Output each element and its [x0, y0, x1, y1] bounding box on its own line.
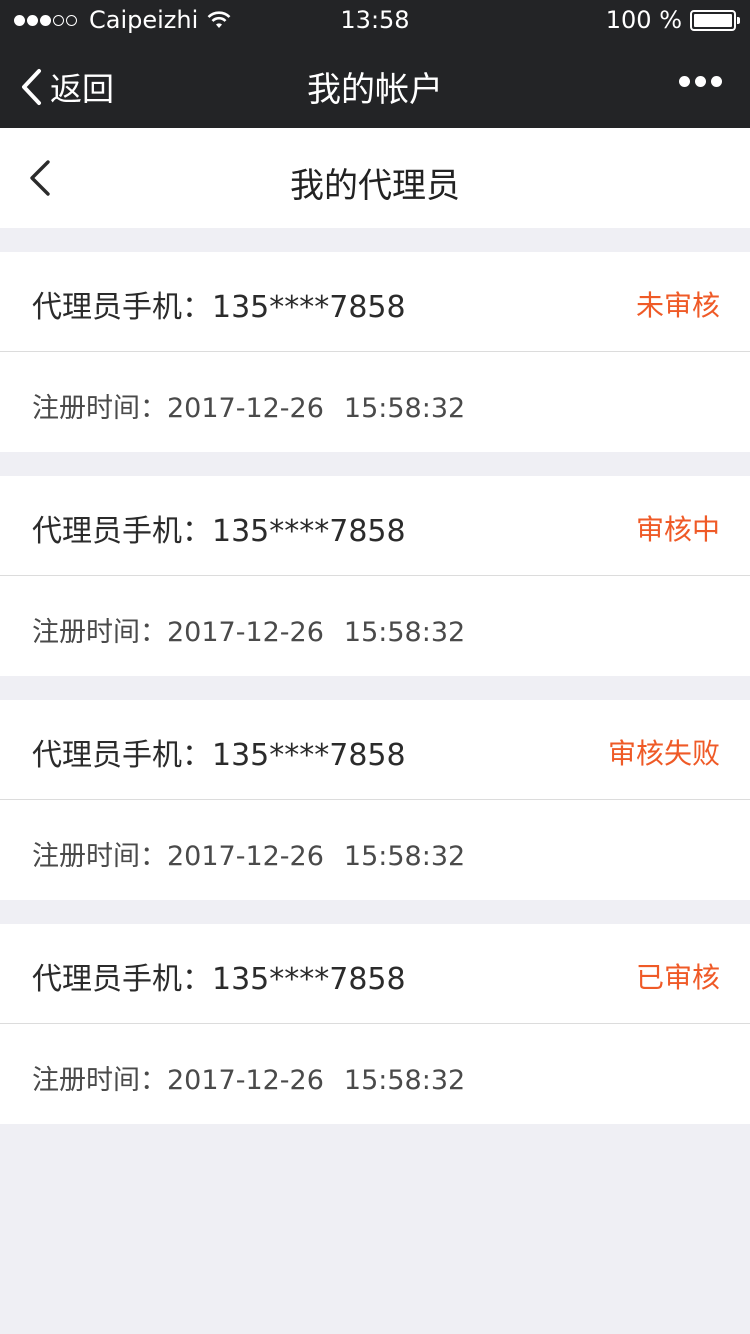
- register-time-label: 注册时间：: [32, 841, 167, 872]
- register-date: 2017-12-26: [167, 841, 324, 872]
- register-time: 15:58:32: [343, 393, 466, 424]
- agent-phone-row: 代理员手机：135****7858 审核中: [0, 476, 750, 576]
- agent-card[interactable]: 代理员手机：135****7858 已审核 注册时间：2017-12-26 15:…: [0, 924, 750, 1124]
- register-time: 15:58:32: [343, 617, 466, 648]
- register-date: 2017-12-26: [167, 393, 324, 424]
- register-date: 2017-12-26: [167, 1065, 324, 1096]
- agent-status-badge: 已审核: [635, 961, 720, 994]
- register-time: 15:58:32: [343, 841, 466, 872]
- battery-percent: 100 %: [605, 6, 682, 34]
- agent-phone-row: 代理员手机：135****7858 已审核: [0, 924, 750, 1024]
- agent-card[interactable]: 代理员手机：135****7858 审核失败 注册时间：2017-12-26 15…: [0, 700, 750, 900]
- register-time: 15:58:32: [343, 1065, 466, 1096]
- status-right: 100 %: [605, 6, 740, 34]
- agent-phone-row: 代理员手机：135****7858 审核失败: [0, 700, 750, 800]
- agent-register-row: 注册时间：2017-12-26 15:58:32: [0, 800, 750, 900]
- agent-card[interactable]: 代理员手机：135****7858 审核中 注册时间：2017-12-26 15:…: [0, 476, 750, 676]
- agent-phone-row: 代理员手机：135****7858 未审核: [0, 252, 750, 352]
- register-time-label: 注册时间：: [32, 393, 167, 424]
- agent-phone-label: 代理员手机：: [32, 738, 212, 773]
- register-time-label: 注册时间：: [32, 617, 167, 648]
- agent-status-badge: 未审核: [635, 289, 720, 322]
- page-header: 我的代理员: [0, 128, 750, 228]
- agent-status-badge: 审核失败: [607, 737, 720, 770]
- wechat-nav-title: 我的帐户: [307, 70, 443, 110]
- agent-phone: 135****7858: [212, 290, 406, 325]
- agent-status-badge: 审核中: [635, 513, 720, 546]
- agent-list: 代理员手机：135****7858 未审核 注册时间：2017-12-26 15:…: [0, 252, 750, 1148]
- battery-icon: [690, 9, 740, 31]
- register-date: 2017-12-26: [167, 617, 324, 648]
- agent-phone: 135****7858: [212, 738, 406, 773]
- wechat-nav-bar: 返回 我的帐户: [0, 40, 750, 128]
- page-title: 我的代理员: [290, 166, 460, 206]
- status-bar: Caipeizhi 13:58 100 %: [0, 0, 750, 40]
- agent-phone-label: 代理员手机：: [32, 514, 212, 549]
- agent-phone: 135****7858: [212, 962, 406, 997]
- agent-phone-label: 代理员手机：: [32, 962, 212, 997]
- agent-phone: 135****7858: [212, 514, 406, 549]
- agent-phone-label: 代理员手机：: [32, 290, 212, 325]
- agent-register-row: 注册时间：2017-12-26 15:58:32: [0, 1024, 750, 1124]
- more-icon[interactable]: [674, 76, 722, 87]
- register-time-label: 注册时间：: [32, 1065, 167, 1096]
- agent-card[interactable]: 代理员手机：135****7858 未审核 注册时间：2017-12-26 15:…: [0, 252, 750, 452]
- agent-register-row: 注册时间：2017-12-26 15:58:32: [0, 352, 750, 452]
- agent-register-row: 注册时间：2017-12-26 15:58:32: [0, 576, 750, 676]
